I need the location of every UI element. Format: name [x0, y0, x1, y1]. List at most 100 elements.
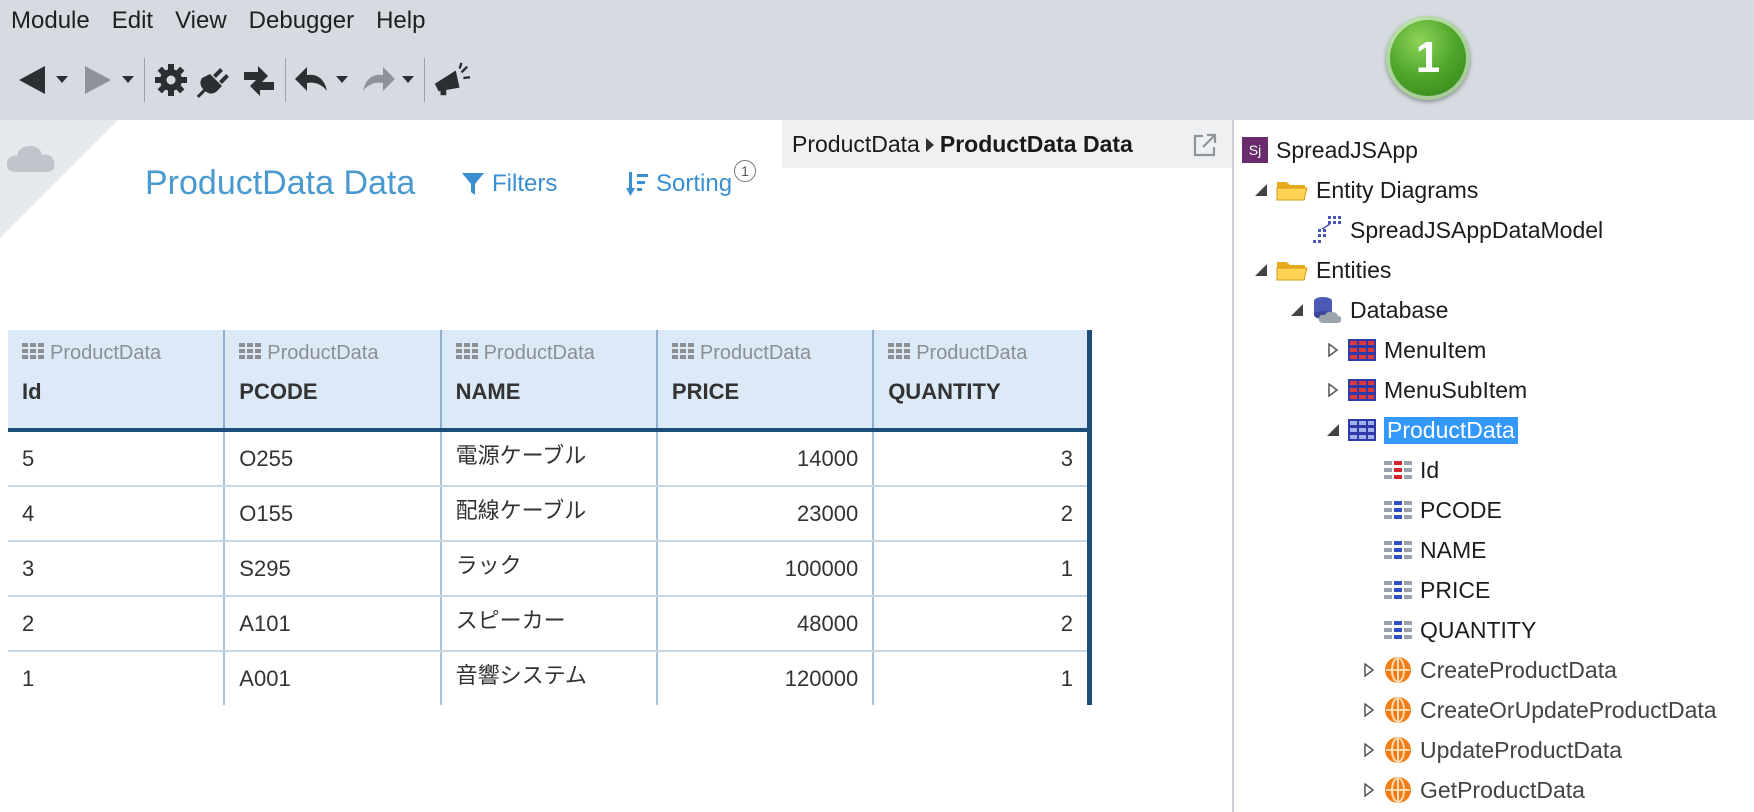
cell-quantity[interactable]: 1	[873, 541, 1093, 597]
cell-pcode[interactable]: O155	[224, 486, 442, 542]
cell-name[interactable]: 配線ケーブル	[440, 486, 658, 542]
expanded-triangle-icon[interactable]	[1326, 423, 1340, 437]
tree-node-attribute-name[interactable]: NAME	[1384, 530, 1486, 570]
announce-button[interactable]	[431, 56, 471, 104]
column-header[interactable]: ProductData Id	[8, 330, 226, 432]
module-tree: Sj SpreadJSApp Entity Diagrams SpreadJSA…	[1232, 120, 1754, 812]
cell-name[interactable]: スピーカー	[440, 596, 658, 652]
cell-id[interactable]: 3	[8, 541, 226, 597]
back-dropdown[interactable]	[52, 56, 72, 104]
cell-id[interactable]: 2	[8, 596, 226, 652]
back-button[interactable]	[12, 56, 52, 104]
collapsed-triangle-icon[interactable]	[1326, 383, 1340, 397]
tree-node-attribute-price[interactable]: PRICE	[1384, 570, 1490, 610]
undo-button[interactable]	[292, 56, 332, 104]
cell-price[interactable]: 23000	[656, 486, 875, 542]
table-row[interactable]: 5 O255 電源ケーブル 14000 3	[8, 430, 1093, 487]
tree-node-database[interactable]: Database	[1290, 290, 1448, 330]
cell-pcode[interactable]: A001	[224, 651, 442, 705]
table-row[interactable]: 2 A101 スピーカー 48000 2	[8, 596, 1093, 652]
cell-id[interactable]: 5	[8, 430, 226, 487]
expanded-triangle-icon[interactable]	[1254, 183, 1268, 197]
cell-quantity[interactable]: 2	[873, 596, 1093, 652]
breadcrumb-arrow-icon	[925, 131, 934, 158]
sorting-button[interactable]: Sorting	[626, 170, 732, 198]
tree-node-menusubitem[interactable]: MenuSubItem	[1326, 370, 1527, 410]
collapsed-triangle-icon[interactable]	[1362, 663, 1376, 677]
breadcrumb-parent[interactable]: ProductData	[792, 131, 920, 158]
menu-view[interactable]: View	[164, 0, 238, 42]
undo-dropdown[interactable]	[332, 56, 352, 104]
tree-node-diagram[interactable]: SpreadJSAppDataModel	[1312, 210, 1603, 250]
cell-id[interactable]: 4	[8, 486, 226, 542]
collapsed-triangle-icon[interactable]	[1362, 743, 1376, 757]
tree-node-action-create-or-update[interactable]: CreateOrUpdateProductData	[1362, 690, 1717, 730]
column-entity: ProductData	[916, 342, 1028, 364]
cell-id[interactable]: 1	[8, 651, 226, 705]
column-header[interactable]: ProductData PCODE	[224, 330, 442, 432]
collapsed-triangle-icon[interactable]	[1362, 783, 1376, 797]
tree-node-app[interactable]: Sj SpreadJSApp	[1242, 130, 1418, 170]
app-icon: Sj	[1242, 137, 1268, 163]
cell-price[interactable]: 120000	[656, 651, 875, 705]
publish-button[interactable]	[239, 56, 279, 104]
column-attribute: NAME	[455, 379, 521, 404]
tree-node-label: NAME	[1420, 536, 1487, 563]
tree-node-entity-diagrams[interactable]: Entity Diagrams	[1254, 170, 1478, 210]
screen-canvas: ProductData ProductData Data ProductData…	[0, 120, 1232, 812]
column-entity: ProductData	[699, 342, 812, 364]
column-header[interactable]: ProductData NAME	[440, 330, 658, 432]
tree-node-action-create[interactable]: CreateProductData	[1362, 650, 1617, 690]
table-row[interactable]: 4 O155 配線ケーブル 23000 2	[8, 486, 1093, 542]
table-row[interactable]: 1 A001 音響システム 120000 1	[8, 651, 1093, 705]
tree-node-attribute-id[interactable]: Id	[1384, 450, 1439, 490]
forward-arrow-icon	[85, 66, 111, 94]
cell-pcode[interactable]: S295	[224, 541, 442, 597]
tree-node-label: Id	[1420, 456, 1440, 483]
menu-help[interactable]: Help	[365, 0, 436, 42]
cell-price[interactable]: 14000	[656, 430, 875, 487]
cell-price[interactable]: 100000	[656, 541, 875, 597]
column-header[interactable]: ProductData QUANTITY	[873, 330, 1093, 432]
cell-name[interactable]: 電源ケーブル	[440, 430, 658, 487]
plug-icon	[196, 68, 229, 98]
forward-dropdown[interactable]	[118, 56, 138, 104]
menu-edit[interactable]: Edit	[101, 0, 164, 42]
open-external-icon[interactable]	[1192, 132, 1218, 164]
tree-node-attribute-quantity[interactable]: QUANTITY	[1384, 610, 1536, 650]
column-attribute: PCODE	[239, 379, 318, 404]
column-header[interactable]: ProductData PRICE	[656, 330, 875, 432]
cell-name[interactable]: 音響システム	[440, 651, 658, 705]
menu-module[interactable]: Module	[0, 0, 101, 42]
redo-button[interactable]	[358, 56, 398, 104]
forward-button[interactable]	[78, 56, 118, 104]
cell-pcode[interactable]: A101	[224, 596, 442, 652]
undo-icon	[295, 67, 327, 91]
menu-debugger[interactable]: Debugger	[238, 0, 365, 42]
tree-node-productdata[interactable]: ProductData	[1326, 410, 1518, 450]
tree-node-menuitem[interactable]: MenuItem	[1326, 330, 1486, 370]
entity-action-icon	[1384, 776, 1412, 804]
tree-node-attribute-pcode[interactable]: PCODE	[1384, 490, 1502, 530]
settings-button[interactable]	[151, 56, 191, 104]
cell-pcode[interactable]: O255	[224, 430, 442, 487]
table-row[interactable]: 3 S295 ラック 100000 1	[8, 541, 1093, 597]
expanded-triangle-icon[interactable]	[1254, 263, 1268, 277]
cell-name[interactable]: ラック	[440, 541, 658, 597]
cell-quantity[interactable]: 2	[873, 486, 1093, 542]
expanded-triangle-icon[interactable]	[1290, 303, 1304, 317]
cell-quantity[interactable]: 1	[873, 651, 1093, 705]
cloud-icon[interactable]	[6, 140, 58, 179]
cell-price[interactable]: 48000	[656, 596, 875, 652]
filters-button[interactable]: Filters	[462, 170, 557, 198]
redo-dropdown[interactable]	[398, 56, 418, 104]
tree-node-action-get[interactable]: GetProductData	[1362, 770, 1585, 810]
collapsed-triangle-icon[interactable]	[1326, 343, 1340, 357]
caret-down-icon	[336, 76, 348, 83]
notification-badge[interactable]: 1	[1386, 16, 1470, 100]
tree-node-action-update[interactable]: UpdateProductData	[1362, 730, 1622, 770]
collapsed-triangle-icon[interactable]	[1362, 703, 1376, 717]
connect-button[interactable]	[195, 56, 235, 104]
tree-node-entities[interactable]: Entities	[1254, 250, 1391, 290]
cell-quantity[interactable]: 3	[873, 430, 1093, 487]
